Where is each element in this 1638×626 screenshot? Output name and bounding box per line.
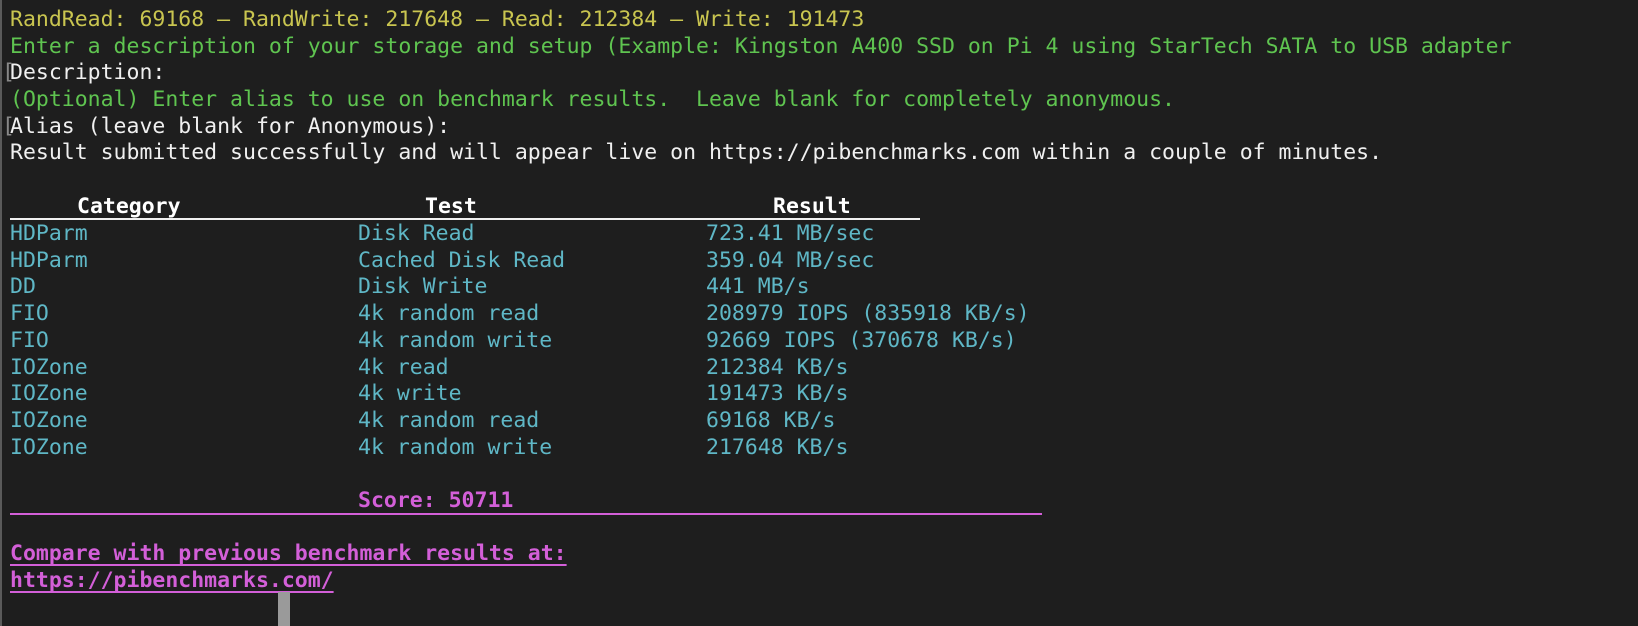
cell-result: 191473 KB/s [706, 381, 849, 407]
cell-result: 212384 KB/s [706, 354, 849, 380]
compare-link-line: https://pibenchmarks.com/ [10, 568, 334, 595]
cell-result: 723.41 MB/sec [706, 221, 875, 246]
table-row: IOZone 4k read 212384 KB/s [10, 355, 1110, 382]
score-rule [10, 513, 1042, 515]
header-test: Test [425, 194, 477, 219]
terminal-cursor [278, 592, 290, 626]
cell-test: 4k read [358, 354, 449, 380]
compare-text-link: Compare with previous benchmark results … [10, 541, 567, 566]
cell-test: Disk Write [358, 274, 488, 300]
cell-result: 359.04 MB/sec [706, 247, 875, 273]
cell-result: 92669 IOPS (370678 KB/s) [706, 327, 1017, 353]
cell-category: HDParm [10, 247, 88, 273]
summary-line: RandRead: 69168 – RandWrite: 217648 – Re… [10, 7, 865, 32]
cell-test: 4k random read [358, 407, 540, 433]
cell-test: 4k write [358, 381, 462, 407]
cell-category: DD [10, 274, 36, 300]
table-header: Category Test Result [10, 194, 920, 221]
table-row: DD Disk Write 441 MB/s [10, 274, 1110, 301]
alias-prompt: (Optional) Enter alias to use on benchma… [10, 87, 1175, 112]
cell-category: IOZone [10, 381, 88, 407]
score-value: Score: 50711 [358, 488, 514, 513]
compare-text: Compare with previous benchmark results … [10, 541, 567, 568]
cell-test: 4k random write [358, 434, 553, 460]
table-row: HDParm Disk Read 723.41 MB/sec [10, 221, 1110, 248]
cell-test: Disk Read [358, 221, 475, 246]
submitted-message: Result submitted successfully and will a… [10, 140, 1383, 165]
cell-category: HDParm [10, 221, 88, 246]
table-row: IOZone 4k random write 217648 KB/s [10, 435, 1110, 462]
description-prompt: Enter a description of your storage and … [10, 34, 1512, 59]
cell-category: IOZone [10, 354, 88, 380]
table-row: FIO 4k random write 92669 IOPS (370678 KB/… [10, 328, 1110, 355]
table-row: IOZone 4k random read 69168 KB/s [10, 408, 1110, 435]
cell-category: IOZone [10, 407, 88, 433]
cell-category: IOZone [10, 434, 88, 460]
header-result: Result [773, 194, 851, 219]
header-category: Category [77, 194, 181, 219]
cell-test: 4k random read [358, 301, 540, 327]
cell-result: 217648 KB/s [706, 434, 849, 460]
table-row: FIO 4k random read 208979 IOPS (835918 KB/… [10, 301, 1110, 328]
header-underline [10, 218, 920, 220]
compare-link[interactable]: https://pibenchmarks.com/ [10, 568, 334, 593]
window-edge [0, 0, 2, 626]
cell-test: Cached Disk Read [358, 247, 566, 273]
alias-label[interactable]: Alias (leave blank for Anonymous): [10, 114, 450, 141]
score: Score: 50711 [10, 488, 513, 515]
table-row: HDParm Cached Disk Read 359.04 MB/sec [10, 248, 1110, 275]
cell-category: FIO [10, 327, 49, 353]
cell-category: FIO [10, 301, 49, 327]
cell-result: 69168 KB/s [706, 407, 836, 433]
cell-test: 4k random write [358, 327, 553, 353]
cell-result: 441 MB/s [706, 274, 810, 300]
cell-result: 208979 IOPS (835918 KB/s) [706, 301, 1030, 327]
table-row: IOZone 4k write 191473 KB/s [10, 381, 1110, 408]
description-label[interactable]: Description: [10, 60, 165, 87]
